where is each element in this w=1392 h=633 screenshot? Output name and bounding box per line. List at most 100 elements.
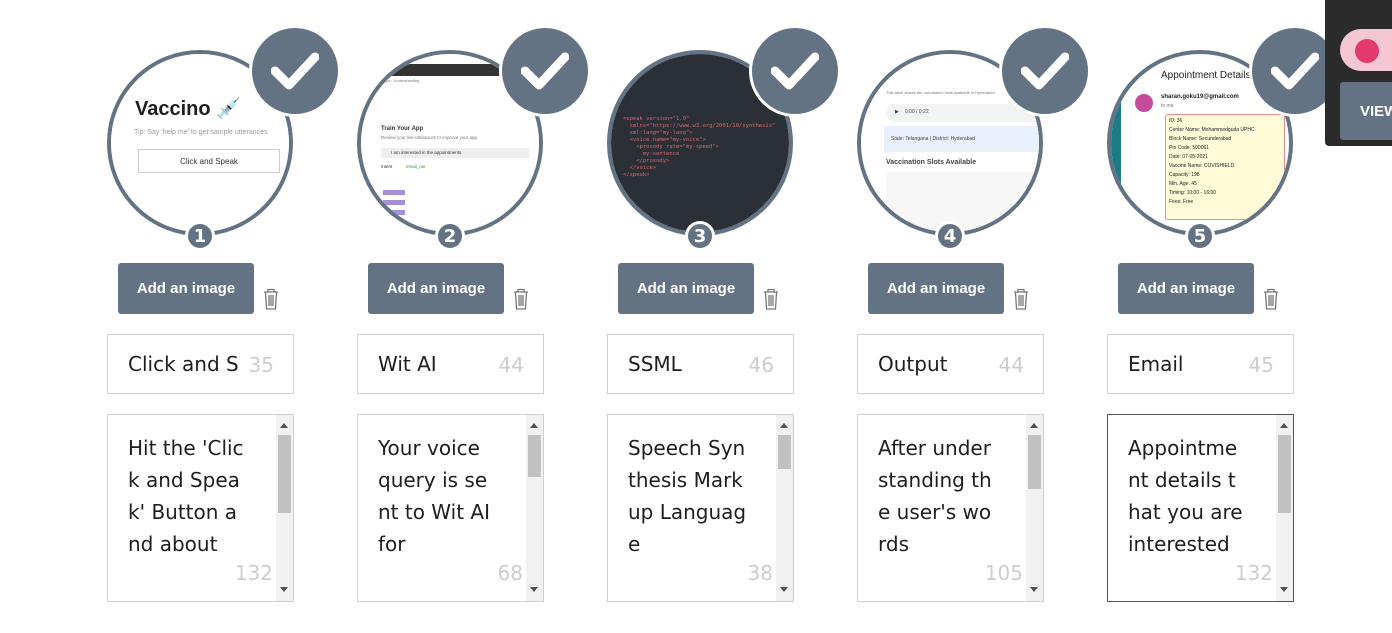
trash-icon[interactable] [1262, 287, 1280, 311]
title-input[interactable]: Click and S 35 [107, 334, 294, 394]
add-image-button[interactable]: Add an image [868, 263, 1004, 314]
title-char-count: 44 [998, 353, 1024, 377]
description-textarea[interactable]: Appointment details that you are interes… [1107, 414, 1294, 602]
description-textarea[interactable]: Hit the 'Click and Speak' Button and abo… [107, 414, 294, 602]
thumbnail-table [886, 172, 1039, 232]
scrollbar[interactable] [1026, 415, 1043, 601]
description-textarea[interactable]: After understanding the user's words 105 [857, 414, 1044, 602]
thumbnail-line1: This table shows the vaccination slots a… [886, 90, 995, 95]
detail-line: Min. Age: 45 [1169, 181, 1197, 187]
description-char-count: 132 [234, 561, 273, 585]
add-image-button[interactable]: Add an image [368, 263, 504, 314]
title-char-count: 44 [498, 353, 524, 377]
thumbnail-heading: Appointment Details [1161, 70, 1251, 81]
detail-line: Date: 07-05-2021 [1169, 154, 1208, 160]
thumbnail-heading: Vaccination Slots Available [886, 159, 977, 166]
scroll-thumb[interactable] [778, 435, 791, 469]
step-card-5: Appointment Details sharan.goku19@gmail.… [1107, 0, 1357, 633]
thumbnail-intent: Intent [381, 164, 393, 169]
avatar [1135, 94, 1153, 112]
description-textarea[interactable]: Your voice query is sent to Wit AI for 6… [357, 414, 544, 602]
check-icon [749, 25, 841, 117]
trash-icon[interactable] [1012, 287, 1030, 311]
detail-line: Capacity: 198 [1169, 172, 1200, 178]
description-textarea[interactable]: Speech Synthesis Markup Language 38 [607, 414, 794, 602]
thumbnail-intent-value: email_me [406, 164, 426, 169]
scroll-down-icon[interactable] [1280, 587, 1288, 592]
tag [383, 210, 405, 215]
scroll-down-icon[interactable] [1030, 587, 1038, 592]
title-char-count: 46 [748, 353, 774, 377]
thumbnail-click-speak: Click and Speak [138, 149, 280, 173]
scroll-up-icon[interactable] [1030, 423, 1038, 428]
step-card-2: Apps / Understanding Train Your App Revi… [357, 0, 607, 633]
description-value: Your voice query is sent to Wit AI for [378, 436, 490, 556]
scroll-up-icon[interactable] [530, 423, 538, 428]
scroll-up-icon[interactable] [1280, 423, 1288, 428]
thumbnail-sender: sharan.goku19@gmail.com [1161, 94, 1239, 100]
step-number: 2 [435, 221, 465, 251]
step-card-1: Vaccino 💉 Tip: Say 'help me' to get samp… [107, 0, 357, 633]
scrollbar[interactable] [776, 415, 793, 601]
check-icon [999, 25, 1091, 117]
tag [383, 190, 405, 195]
description-char-count: 38 [747, 561, 773, 585]
scroll-thumb[interactable] [1278, 435, 1291, 513]
syringe-icon: 💉 [216, 98, 242, 120]
thumbnail-tip: Tip: Say 'help me' to get sample utteran… [134, 129, 268, 136]
side-panel: VIEW [1325, 0, 1392, 146]
thumbnail-code: <speak version="1.0" xmlns="https://www.… [623, 116, 776, 178]
description-char-count: 132 [1234, 561, 1273, 585]
step-number: 1 [185, 221, 215, 251]
toggle-knob[interactable] [1355, 39, 1379, 63]
description-value: Speech Synthesis Markup Language [628, 436, 747, 556]
title-value: Wit AI [378, 352, 437, 376]
thumbnail-heading: Train Your App [381, 126, 424, 132]
title-input[interactable]: Output 44 [857, 334, 1044, 394]
detail-line: Block Name: Secunderabad [1169, 136, 1232, 142]
scroll-thumb[interactable] [278, 435, 291, 513]
description-char-count: 68 [497, 561, 523, 585]
scroll-thumb[interactable] [528, 435, 541, 477]
thumbnail-state: State: Telangana | District: Hyderabad [891, 136, 976, 142]
title-input[interactable]: SSML 46 [607, 334, 794, 394]
trash-icon[interactable] [262, 287, 280, 311]
scroll-thumb[interactable] [1028, 435, 1041, 489]
scrollbar[interactable] [526, 415, 543, 601]
scrollbar[interactable] [1276, 415, 1293, 601]
detail-line: Center Name: Mohammedguda UPHC [1169, 127, 1255, 133]
scroll-up-icon[interactable] [280, 423, 288, 428]
scroll-down-icon[interactable] [280, 587, 288, 592]
tag [383, 200, 405, 205]
title-input[interactable]: Email 45 [1107, 334, 1294, 394]
trash-icon[interactable] [762, 287, 780, 311]
description-value: After understanding the user's words [878, 436, 992, 556]
detail-line: Vaccine Name: COVISHIELD [1169, 163, 1235, 169]
title-input[interactable]: Wit AI 44 [357, 334, 544, 394]
detail-line: ID: 36 [1169, 118, 1183, 124]
scrollbar[interactable] [276, 415, 293, 601]
check-icon [499, 25, 591, 117]
detail-line: Timing: 10:00 - 16:00 [1169, 190, 1217, 196]
title-value: Email [1128, 352, 1184, 376]
description-char-count: 105 [984, 561, 1023, 585]
check-icon [249, 25, 341, 117]
title-value: Output [878, 352, 948, 376]
scroll-up-icon[interactable] [780, 423, 788, 428]
thumbnail-time: 0:00 / 0:22 [905, 109, 929, 115]
view-button[interactable]: VIEW [1340, 82, 1392, 140]
detail-line: Fees: Free [1169, 199, 1194, 205]
add-image-button[interactable]: Add an image [618, 263, 754, 314]
play-icon: ▶ [895, 109, 899, 115]
title-char-count: 35 [248, 353, 274, 377]
thumbnail-brand: Vaccino 💉 [135, 98, 242, 120]
step-number: 3 [685, 221, 715, 251]
thumbnail-to: to me [1161, 103, 1174, 109]
add-image-button[interactable]: Add an image [118, 263, 254, 314]
step-card-4: This table shows the vaccination slots a… [857, 0, 1107, 633]
add-image-button[interactable]: Add an image [1118, 263, 1254, 314]
trash-icon[interactable] [512, 287, 530, 311]
step-card-3: <speak version="1.0" xmlns="https://www.… [607, 0, 857, 633]
scroll-down-icon[interactable] [780, 587, 788, 592]
scroll-down-icon[interactable] [530, 587, 538, 592]
